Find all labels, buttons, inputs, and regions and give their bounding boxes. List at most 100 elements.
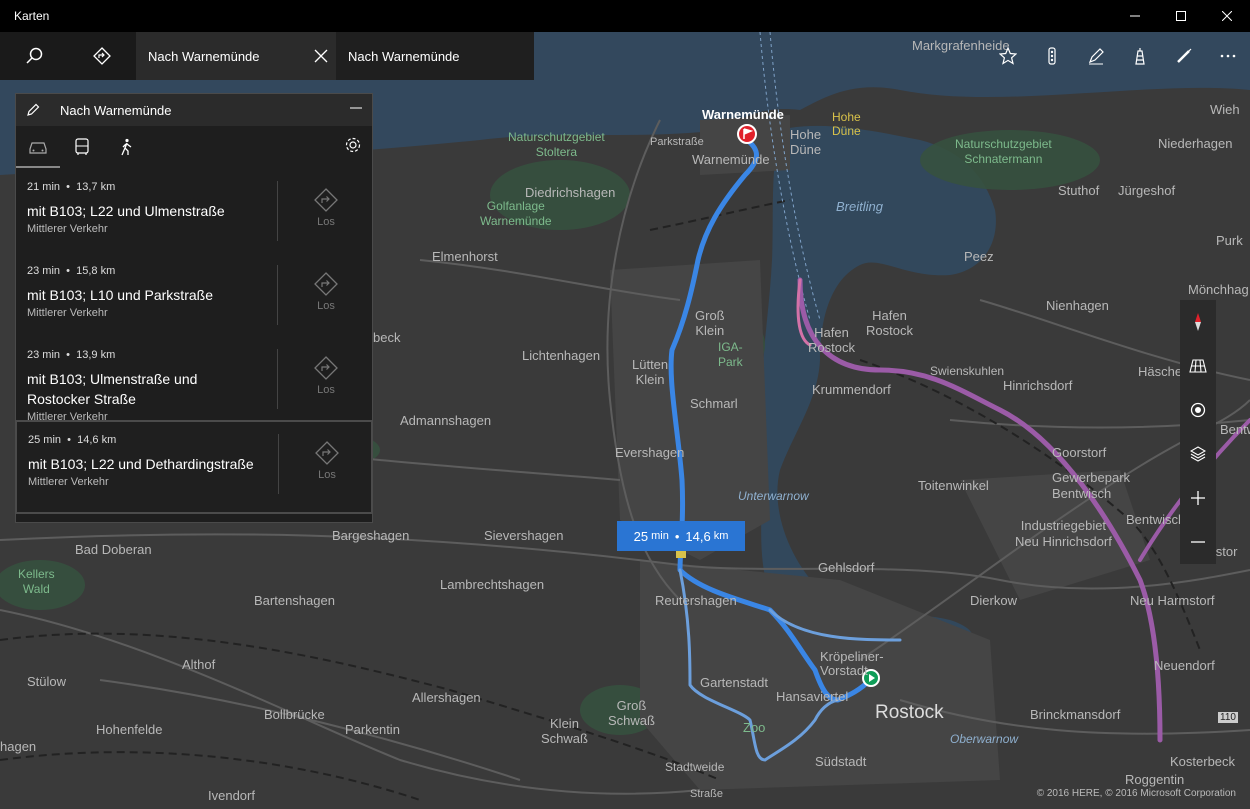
route-name: mit B103; L10 und Parkstraße <box>27 287 213 303</box>
map-label-kosterbeck: Kosterbeck <box>1170 754 1236 769</box>
map-label-bartenshagen: Bartenshagen <box>254 593 335 608</box>
directions-icon <box>315 441 339 465</box>
car-icon <box>29 142 47 154</box>
map-label-diedrichshagen: Diedrichshagen <box>525 185 616 200</box>
map-label-stuthof: Stuthof <box>1058 183 1100 198</box>
map-controls <box>1180 300 1216 564</box>
edit-icon[interactable] <box>26 103 40 117</box>
map-label-lambrechtshagen: Lambrechtshagen <box>440 577 545 592</box>
collapse-icon[interactable] <box>350 100 362 114</box>
separator: • <box>66 349 71 361</box>
maximize-button[interactable] <box>1158 0 1204 32</box>
go-button[interactable]: Los <box>308 355 344 396</box>
close-window-button[interactable] <box>1204 0 1250 32</box>
plus-icon <box>1191 491 1205 505</box>
road-shield-110: 110 <box>1218 712 1238 723</box>
tab-nach-warnemuende-1[interactable]: Nach Warnemünde <box>136 32 336 80</box>
route-settings-button[interactable] <box>344 136 362 159</box>
map-layers-button[interactable] <box>1180 432 1216 476</box>
mode-driving[interactable] <box>16 126 60 168</box>
star-icon <box>999 47 1017 65</box>
map-label-gewerbepark: Gewerbepark Bentwisch <box>1052 470 1131 501</box>
map-copyright: © 2016 HERE, © 2016 Microsoft Corporatio… <box>1036 788 1236 799</box>
directions-icon <box>314 188 338 212</box>
route-callout[interactable]: 25 min • 14,6 km <box>617 521 745 551</box>
callout-time: 25 <box>633 528 649 544</box>
go-button[interactable]: Los <box>309 440 345 481</box>
map-label-luetten-klein: Lütten Klein <box>632 357 669 387</box>
map-label-stuelow: Stülow <box>27 674 67 689</box>
route-panel-header: Nach Warnemünde <box>16 94 372 126</box>
map-label-hansaviertel: Hansaviertel <box>776 689 849 704</box>
map-label-bargeshagen: Bargeshagen <box>332 528 410 543</box>
mode-transit[interactable] <box>60 126 104 168</box>
route-divider <box>277 265 278 325</box>
minimize-button[interactable] <box>1112 0 1158 32</box>
map-label-bentwis: Bentwis <box>1220 422 1250 437</box>
building-icon <box>1135 48 1145 65</box>
separator: • <box>67 434 72 446</box>
compass-icon <box>1195 313 1201 331</box>
tab-nach-warnemuende-2[interactable]: Nach Warnemünde <box>336 32 534 80</box>
compass-button[interactable] <box>1180 300 1216 344</box>
map-label-hafen-rostock-2: Hafen Rostock <box>808 325 855 355</box>
map-label-kellers-wald: Kellers Wald <box>18 567 55 596</box>
route-option-1[interactable]: 21 min • 13,7 km mit B103; L22 und Ulmen… <box>16 168 372 252</box>
tilt-button[interactable] <box>1180 344 1216 388</box>
layers-icon <box>1190 446 1206 462</box>
map-label-bentwisch: Bentwisch <box>1126 512 1186 527</box>
favorites-button[interactable] <box>986 32 1030 80</box>
my-location-button[interactable] <box>1180 388 1216 432</box>
separator: • <box>66 265 71 277</box>
map-label-hohe-duene-poi: Hohe Düne <box>832 110 861 138</box>
traffic-button[interactable] <box>1030 32 1074 80</box>
zoom-out-button[interactable] <box>1180 520 1216 564</box>
map-label-hinrichsdorf: Hinrichsdorf <box>1003 378 1073 393</box>
route-panel-title: Nach Warnemünde <box>60 102 172 118</box>
window-controls <box>1112 0 1250 32</box>
grid-tilt-icon <box>1189 359 1207 373</box>
route-divider <box>277 349 278 409</box>
map-label-purk: Purk <box>1216 233 1243 248</box>
tab-label: Nach Warnemünde <box>348 48 460 64</box>
route-name: mit B103; L22 und Dethardingstraße <box>28 456 254 472</box>
directions-icon <box>93 47 111 65</box>
map-label-lichtenhagen: Lichtenhagen <box>522 348 601 363</box>
go-label: Los <box>317 384 335 396</box>
zoom-in-button[interactable] <box>1180 476 1216 520</box>
route-option-3[interactable]: 23 min • 13,9 km mit B103; Ulmenstraße u… <box>16 336 372 423</box>
go-button[interactable]: Los <box>308 187 344 228</box>
gear-icon <box>345 137 361 153</box>
map-label-ivendorf: Ivendorf <box>208 788 255 803</box>
3d-cities-button[interactable] <box>1118 32 1162 80</box>
pen-tool-button[interactable] <box>1162 32 1206 80</box>
map-label-klein-schwass: Klein Schwaß <box>541 716 588 746</box>
map-label-sievershagen: Sievershagen <box>484 528 564 543</box>
map-label-schmarl: Schmarl <box>690 396 738 411</box>
map-label-peez: Peez <box>964 249 994 264</box>
map-label-neuendorf: Neuendorf <box>1154 658 1215 673</box>
map-label-oberwarnow: Oberwarnow <box>950 732 1019 746</box>
minimize-icon <box>1130 15 1140 17</box>
route-option-4[interactable]: 25 min • 14,6 km mit B103; L22 und Detha… <box>15 420 373 514</box>
search-button[interactable] <box>0 32 68 80</box>
app-title: Karten <box>14 9 50 23</box>
map-label-zoo: Zoo <box>743 720 766 735</box>
go-button[interactable]: Los <box>308 271 344 312</box>
map-label-reutershagen: Reutershagen <box>655 593 737 608</box>
map-label-warnemuende: Warnemünde <box>702 107 784 122</box>
directions-button[interactable] <box>68 32 136 80</box>
ink-button[interactable] <box>1074 32 1118 80</box>
map-label-iga-park: IGA- Park <box>718 340 743 369</box>
map-label-gross-klein: Groß Klein <box>695 308 725 338</box>
more-button[interactable] <box>1206 32 1250 80</box>
close-tab-icon[interactable] <box>314 49 328 63</box>
map-label-rostock: Rostock <box>875 702 944 723</box>
toolbar-right <box>986 32 1250 80</box>
map-label-strasse: Straße <box>690 788 724 800</box>
route-distance: 13,9 km <box>76 349 116 361</box>
go-label: Los <box>317 216 335 228</box>
route-option-2[interactable]: 23 min • 15,8 km mit B103; L10 und Parks… <box>16 252 372 336</box>
map-label-suedstadt: Südstadt <box>815 754 867 769</box>
mode-walking[interactable] <box>104 126 148 168</box>
